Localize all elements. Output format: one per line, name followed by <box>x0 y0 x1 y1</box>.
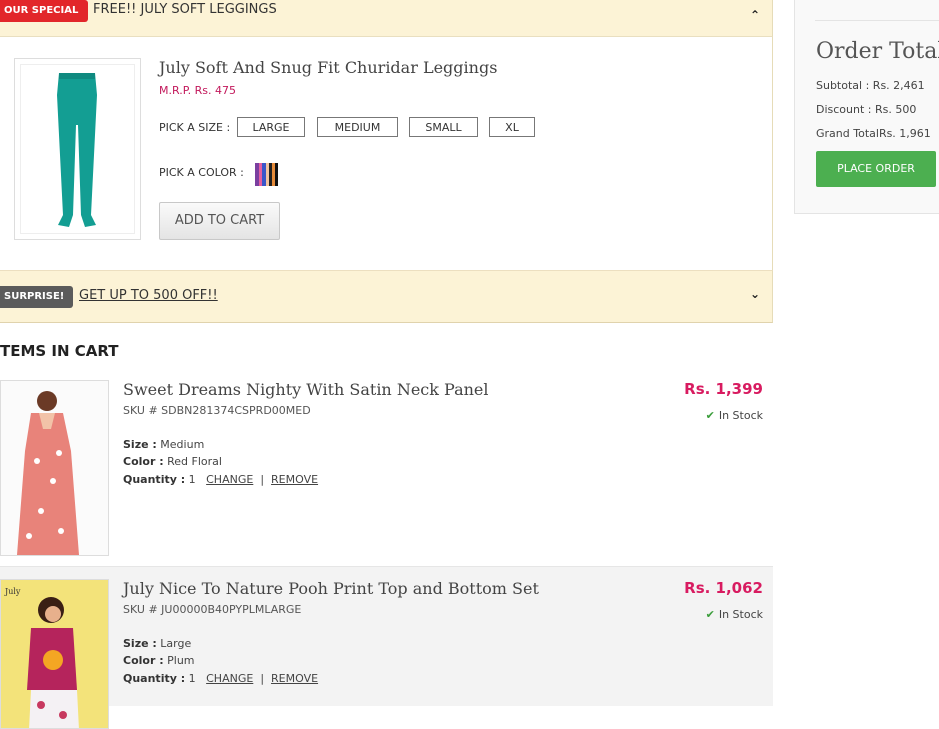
discount-line: Discount : Rs. 500 <box>816 103 917 116</box>
special-product-title[interactable]: July Soft And Snug Fit Churidar Leggings <box>159 58 497 77</box>
remove-item-link[interactable]: REMOVE <box>271 672 318 685</box>
check-icon: ✔ <box>705 608 715 621</box>
check-icon: ✔ <box>705 409 715 422</box>
cart-item-color: Color : Red Floral <box>123 455 222 468</box>
cart-item-quantity: Quantity : 1 CHANGE | REMOVE <box>123 473 319 486</box>
items-in-cart-heading: TEMS IN CART <box>0 342 119 360</box>
pick-size-label: PICK A SIZE : <box>159 121 231 134</box>
cart-item-title[interactable]: July Nice To Nature Pooh Print Top and B… <box>123 579 539 598</box>
size-option-small[interactable]: SMALL <box>409 117 478 137</box>
special-offer-bar[interactable]: OUR SPECIAL FREE!! JULY SOFT LEGGINGS ⌃ <box>0 0 773 37</box>
special-offer-text: FREE!! JULY SOFT LEGGINGS <box>93 2 277 17</box>
size-option-large[interactable]: LARGE <box>237 117 305 137</box>
cart-item-row: July July Nice To Nature Pooh Print Top … <box>0 566 773 729</box>
remove-item-link[interactable]: REMOVE <box>271 473 318 486</box>
pooh-set-thumbnail[interactable]: July <box>0 579 109 729</box>
cart-item-title[interactable]: Sweet Dreams Nighty With Satin Neck Pane… <box>123 380 489 399</box>
special-product-card: July Soft And Snug Fit Churidar Leggings… <box>0 37 773 270</box>
change-quantity-link[interactable]: CHANGE <box>206 473 253 486</box>
svg-text:July: July <box>4 587 21 596</box>
stock-status: ✔ In Stock <box>705 409 763 422</box>
cart-item-price: Rs. 1,062 <box>684 579 763 597</box>
surprise-offer-link[interactable]: GET UP TO 500 OFF!! <box>79 288 218 303</box>
pick-color-label: PICK A COLOR : <box>159 166 244 179</box>
size-option-medium[interactable]: MEDIUM <box>317 117 398 137</box>
size-option-xl[interactable]: XL <box>489 117 535 137</box>
cart-item-color: Color : Plum <box>123 654 195 667</box>
surprise-offer-bar[interactable]: SURPRISE! GET UP TO 500 OFF!! ⌄ <box>0 270 773 323</box>
cart-item-quantity: Quantity : 1 CHANGE | REMOVE <box>123 672 319 685</box>
cart-item-size: Size : Large <box>123 637 192 650</box>
cart-item-price: Rs. 1,399 <box>684 380 763 398</box>
add-to-cart-button[interactable]: ADD TO CART <box>159 202 280 240</box>
cart-item-size: Size : Medium <box>123 438 205 451</box>
color-swatch[interactable] <box>255 163 278 186</box>
stock-status: ✔ In Stock <box>705 608 763 621</box>
order-total-panel: Order Total Subtotal : Rs. 2,461 Discoun… <box>794 0 939 214</box>
our-special-tag: OUR SPECIAL <box>0 0 89 22</box>
leggings-image <box>57 73 97 227</box>
order-total-title: Order Total <box>816 39 939 64</box>
subtotal-line: Subtotal : Rs. 2,461 <box>816 79 925 92</box>
cart-item-sku: SKU # SDBN281374CSPRD00MED <box>123 404 311 417</box>
surprise-tag: SURPRISE! <box>0 286 74 308</box>
chevron-up-icon[interactable]: ⌃ <box>750 8 760 22</box>
special-product-mrp: M.R.P. Rs. 475 <box>159 84 237 97</box>
cart-item-sku: SKU # JU00000B40PYPLMLARGE <box>123 603 302 616</box>
grand-total-line: Grand TotalRs. 1,961 <box>816 127 931 140</box>
chevron-down-icon[interactable]: ⌄ <box>750 287 760 301</box>
change-quantity-link[interactable]: CHANGE <box>206 672 253 685</box>
leggings-thumbnail <box>14 58 141 240</box>
place-order-button[interactable]: PLACE ORDER <box>816 151 936 187</box>
cart-item-row: Sweet Dreams Nighty With Satin Neck Pane… <box>0 368 773 566</box>
nighty-thumbnail[interactable] <box>0 380 109 556</box>
